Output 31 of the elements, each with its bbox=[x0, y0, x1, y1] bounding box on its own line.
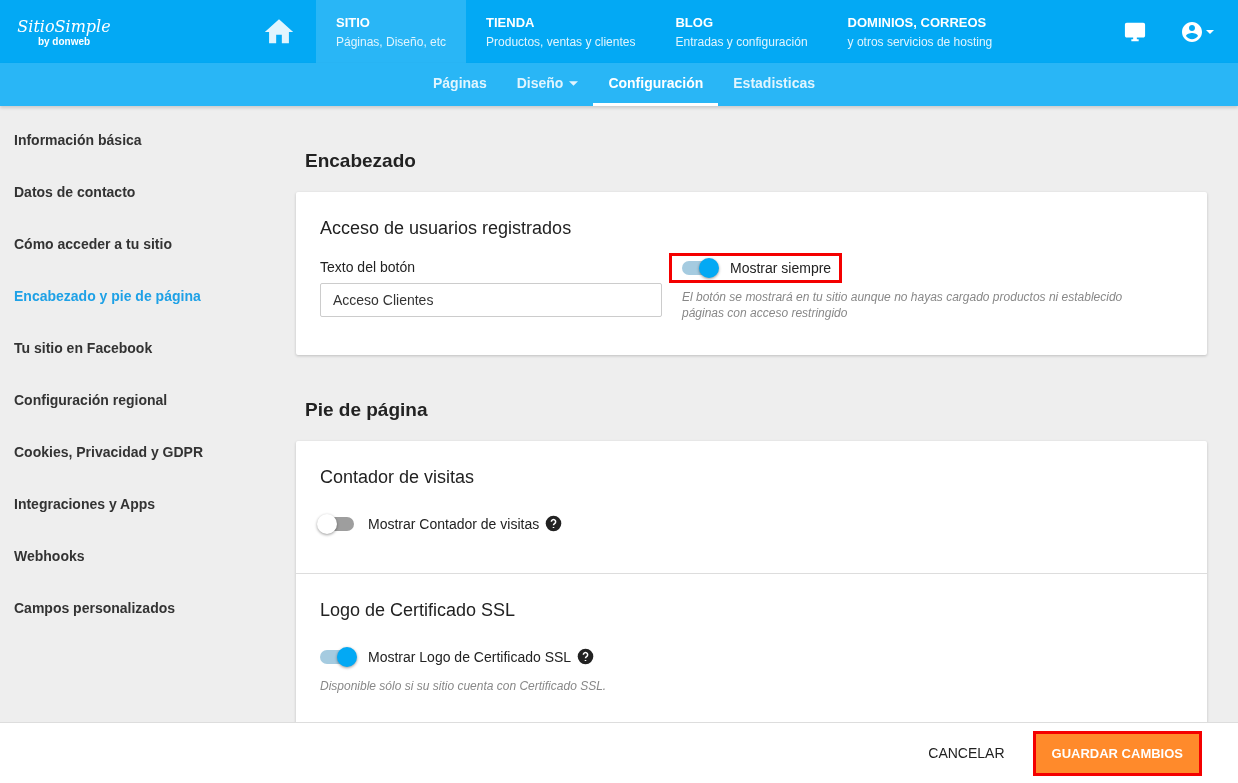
section-title: Pie de página bbox=[305, 399, 429, 421]
logo-name: SitioSimple bbox=[17, 16, 111, 36]
sidebar-item[interactable]: Datos de contacto bbox=[0, 178, 265, 230]
sidebar-item[interactable]: Cómo acceder a tu sitio bbox=[0, 230, 265, 282]
hint-text: Disponible sólo si su sitio cuenta con Certificado SSL. bbox=[320, 678, 608, 694]
account-icon[interactable] bbox=[1180, 19, 1214, 44]
toggle-label: Mostrar Logo de Certificado SSL bbox=[368, 648, 572, 665]
toggle-switch[interactable] bbox=[682, 261, 716, 275]
help-icon[interactable] bbox=[577, 648, 595, 665]
sidebar-item[interactable]: Campos personalizados bbox=[0, 594, 265, 646]
field-label: Texto del botón bbox=[320, 259, 416, 275]
sidebar-item[interactable]: Configuración regional bbox=[0, 386, 265, 438]
sidebar-item[interactable]: Tu sitio en Facebook bbox=[0, 334, 265, 386]
block-title: Acceso de usuarios registrados bbox=[320, 218, 573, 239]
sidebar-item[interactable]: Integraciones y Apps bbox=[0, 490, 265, 542]
help-icon[interactable] bbox=[545, 515, 563, 532]
toggle-label: Mostrar siempre bbox=[730, 260, 832, 276]
sidebar-item[interactable]: Información básica bbox=[0, 126, 265, 178]
toggle-switch[interactable] bbox=[320, 649, 354, 664]
sidebar-item[interactable]: Cookies, Privacidad y GDPR bbox=[0, 438, 265, 490]
block-title: Logo de Certificado SSL bbox=[320, 600, 517, 621]
toggle-switch[interactable] bbox=[320, 516, 354, 531]
section-title: Encabezado bbox=[305, 150, 417, 172]
cancel-button[interactable]: CANCELAR bbox=[924, 735, 1009, 771]
block-title: Contador de visitas bbox=[320, 467, 476, 488]
text-field[interactable]: Acceso Clientes bbox=[320, 283, 662, 317]
sidebar-item[interactable]: Webhooks bbox=[0, 542, 265, 594]
toggle-label: Mostrar Contador de visitas bbox=[368, 515, 540, 532]
monitor-icon[interactable] bbox=[1124, 20, 1146, 43]
hint-text: El botón se mostrará en tu sitio aunque no hayas cargado productos ni establecido páginas con acceso restringido bbox=[682, 289, 1124, 321]
logo-byline: by donweb bbox=[37, 35, 91, 47]
